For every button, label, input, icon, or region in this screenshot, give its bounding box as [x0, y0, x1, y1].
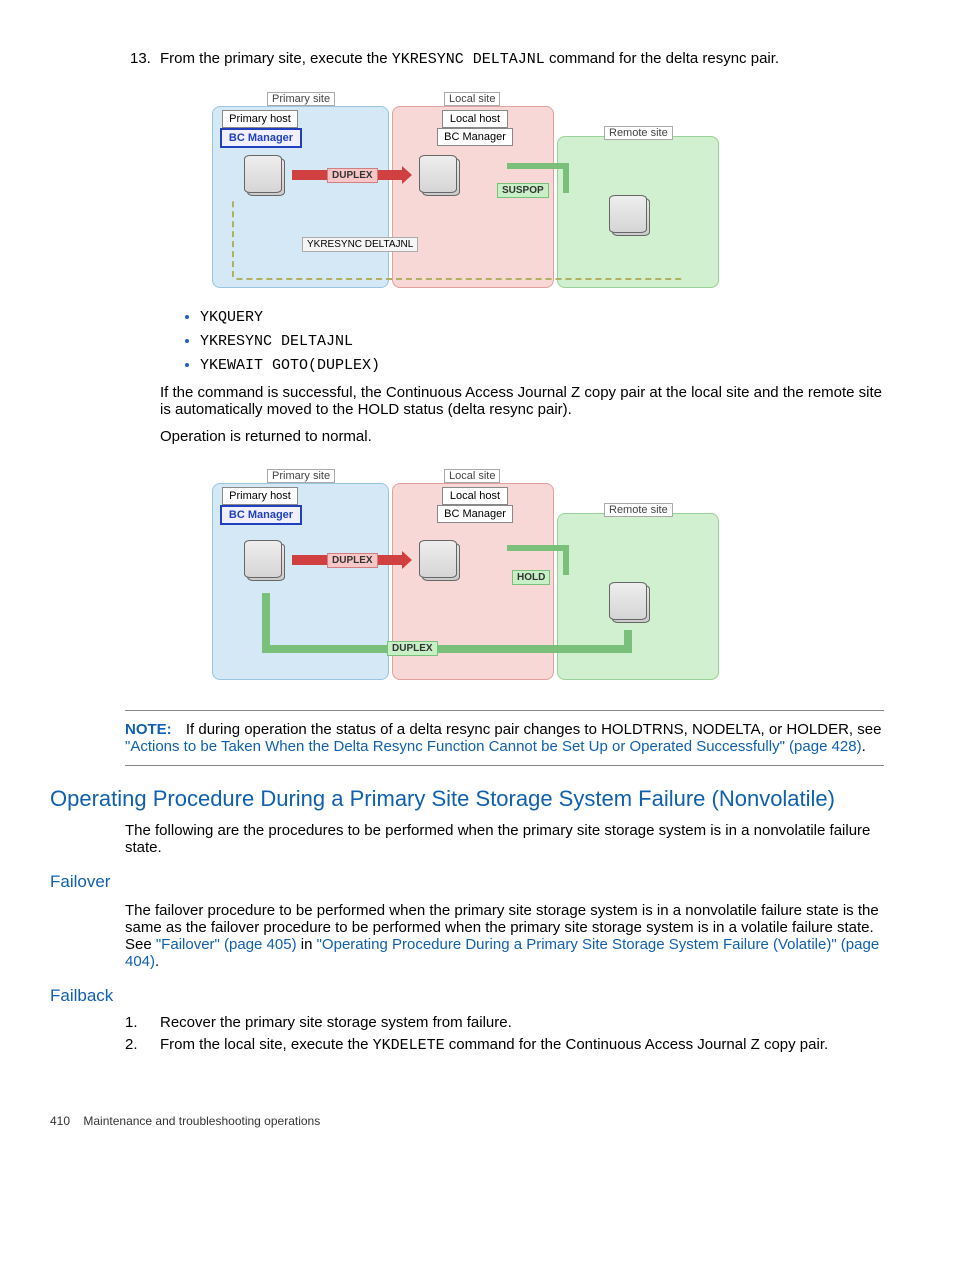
step-13: 13. From the primary site, execute the Y… — [130, 50, 884, 68]
cylinder-icon — [612, 585, 650, 623]
list-item: 1. Recover the primary site storage syst… — [125, 1014, 884, 1031]
bc-manager-primary: BC Manager — [220, 505, 302, 525]
remote-site-label: Remote site — [604, 503, 673, 517]
hold-line-h-icon — [507, 545, 569, 551]
step-number: 13. — [130, 50, 160, 68]
note-label: NOTE: — [125, 721, 172, 738]
suspop-line-h-icon — [507, 163, 569, 169]
text: . — [155, 953, 159, 970]
duplex2-status: DUPLEX — [387, 641, 438, 656]
heading-nonvolatile: Operating Procedure During a Primary Sit… — [50, 786, 884, 812]
note-link[interactable]: "Actions to be Taken When the Delta Resy… — [125, 738, 862, 755]
text: From the primary site, execute the — [160, 50, 392, 67]
duplex2-line-icon — [624, 630, 632, 653]
primary-host-label: Primary host — [222, 110, 298, 128]
failback-list: 1. Recover the primary site storage syst… — [125, 1014, 884, 1054]
primary-host-label: Primary host — [222, 487, 298, 505]
diagram-2: Primary site Local site Remote site Prim… — [50, 465, 884, 680]
bc-manager-primary: BC Manager — [220, 128, 302, 148]
primary-site-label: Primary site — [267, 469, 335, 483]
footer-title: Maintenance and troubleshooting operatio… — [83, 1114, 320, 1128]
text: command for the Continuous Access Journa… — [445, 1036, 829, 1053]
list-item: YKEWAIT GOTO(DUPLEX) — [200, 356, 884, 374]
note-block: NOTE: If during operation the status of … — [125, 710, 884, 766]
remote-site-label: Remote site — [604, 126, 673, 140]
suspop-line-v-icon — [563, 163, 569, 193]
local-site-label: Local site — [444, 469, 500, 483]
dashed-path-icon — [232, 198, 684, 280]
step-number: 1. — [125, 1014, 160, 1031]
cylinder-icon — [422, 543, 460, 581]
paragraph: Operation is returned to normal. — [160, 428, 884, 445]
step-text: From the local site, execute the YKDELET… — [160, 1036, 828, 1054]
step-number: 2. — [125, 1036, 160, 1054]
duplex-status: DUPLEX — [327, 553, 378, 568]
duplex-status: DUPLEX — [327, 168, 378, 183]
note-text: If during operation the status of a delt… — [186, 721, 882, 738]
note-text: . — [862, 738, 866, 755]
list-item: YKRESYNC DELTAJNL — [200, 332, 884, 350]
step-text: From the primary site, execute the YKRES… — [160, 50, 884, 68]
hold-status: HOLD — [512, 570, 550, 585]
ykresync-cmd-label: YKRESYNC DELTAJNL — [302, 237, 418, 252]
heading-failback: Failback — [50, 986, 884, 1006]
cylinder-icon — [247, 543, 285, 581]
failover-paragraph: The failover procedure to be performed w… — [125, 902, 884, 970]
list-item: 2. From the local site, execute the YKDE… — [125, 1036, 884, 1054]
failover-link-1[interactable]: "Failover" (page 405) — [156, 936, 297, 953]
local-host-label: Local host — [442, 487, 508, 505]
page-footer: 410 Maintenance and troubleshooting oper… — [50, 1114, 884, 1128]
duplex2-line-icon — [262, 593, 270, 653]
page-number: 410 — [50, 1114, 70, 1128]
local-site-label: Local site — [444, 92, 500, 106]
paragraph: The following are the procedures to be p… — [125, 822, 884, 856]
cylinder-icon — [422, 158, 460, 196]
list-item: YKQUERY — [200, 308, 884, 326]
cmd-text: YKDELETE — [373, 1037, 445, 1054]
diagram-1: Primary site Local site Remote site Prim… — [50, 88, 884, 288]
cmd-text: YKRESYNC DELTAJNL — [200, 333, 353, 350]
local-host-label: Local host — [442, 110, 508, 128]
duplex2-line-icon — [262, 645, 632, 653]
cmd-text: YKEWAIT GOTO(DUPLEX) — [200, 357, 380, 374]
heading-failover: Failover — [50, 872, 884, 892]
cylinder-icon — [247, 158, 285, 196]
text: command for the delta resync pair. — [545, 50, 779, 67]
hold-line-v-icon — [563, 545, 569, 575]
paragraph: If the command is successful, the Contin… — [160, 384, 884, 418]
command-list: YKQUERY YKRESYNC DELTAJNL YKEWAIT GOTO(D… — [180, 308, 884, 374]
page-content: 13. From the primary site, execute the Y… — [0, 0, 954, 1158]
cmd-text: YKRESYNC DELTAJNL — [392, 51, 545, 68]
bc-manager-local: BC Manager — [437, 128, 513, 146]
cmd-text: YKQUERY — [200, 309, 263, 326]
step-text: Recover the primary site storage system … — [160, 1014, 512, 1031]
primary-site-label: Primary site — [267, 92, 335, 106]
text: in — [297, 936, 317, 953]
bc-manager-local: BC Manager — [437, 505, 513, 523]
text: From the local site, execute the — [160, 1036, 373, 1053]
suspop-status: SUSPOP — [497, 183, 549, 198]
